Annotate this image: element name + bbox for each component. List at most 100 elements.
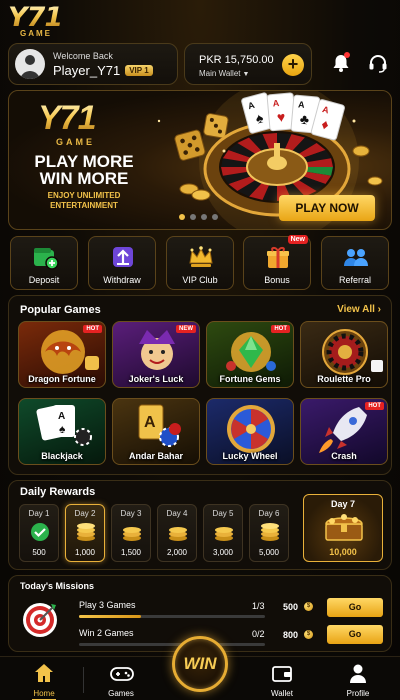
mission-go-button[interactable]: Go bbox=[327, 598, 383, 617]
mission-go-button[interactable]: Go bbox=[327, 625, 383, 644]
day-amount: 2,000 bbox=[166, 548, 188, 557]
crown-icon bbox=[189, 246, 213, 267]
game-tile-lucky-wheel[interactable]: Lucky Wheel bbox=[206, 398, 294, 465]
roulette-segment bbox=[237, 167, 277, 197]
vip-club-button[interactable]: VIP Club bbox=[166, 236, 234, 290]
wallet-card[interactable]: PKR 15,750.00 Main Wallet ▼ + bbox=[184, 43, 312, 85]
roulette-segment bbox=[277, 137, 317, 167]
chevron-down-icon: ▼ bbox=[242, 71, 250, 78]
wallet-balance: PKR 15,750.00 bbox=[199, 54, 274, 66]
view-all-link[interactable]: View All › bbox=[337, 304, 381, 315]
nav-games[interactable]: Games bbox=[91, 657, 151, 700]
roulette-segment bbox=[277, 133, 292, 167]
game-title: Lucky Wheel bbox=[222, 451, 278, 461]
mission-progress: 1/3 bbox=[252, 601, 265, 611]
support-headset-icon[interactable] bbox=[367, 52, 389, 74]
promo-banner[interactable]: Y71 GAME PLAY MORE WIN MORE ENJOY UNLIMI… bbox=[8, 90, 392, 230]
reward-day-4[interactable]: Day 4 2,000 bbox=[157, 504, 197, 562]
reward-day-1[interactable]: Day 1 500 bbox=[19, 504, 59, 562]
reward-day-7[interactable]: Day 7 10,000 bbox=[303, 494, 383, 562]
hot-badge: HOT bbox=[365, 402, 384, 410]
welcome-text: Welcome Back bbox=[53, 50, 113, 61]
banner-headline-line-1: PLAY MORE bbox=[34, 152, 134, 171]
carousel-dot[interactable] bbox=[212, 214, 218, 220]
daily-rewards-title: Daily Rewards bbox=[20, 486, 96, 498]
game-tile-dragon-fortune[interactable]: HOT Dragon Fortune bbox=[18, 321, 106, 388]
roulette-segment bbox=[237, 137, 277, 167]
win-button[interactable]: WIN bbox=[172, 636, 228, 692]
hot-badge: HOT bbox=[83, 325, 102, 333]
user-card[interactable]: Welcome Back Player_Y71 VIP 1 bbox=[8, 43, 178, 85]
nav-wallet[interactable]: Wallet bbox=[252, 657, 312, 700]
game-tile-andar-bahar[interactable]: A Andar Bahar bbox=[112, 398, 200, 465]
roulette-segment bbox=[222, 150, 277, 167]
withdraw-button[interactable]: Withdraw bbox=[88, 236, 156, 290]
reward-day-5[interactable]: Day 5 3,000 bbox=[203, 504, 243, 562]
mission-progress-fill bbox=[79, 615, 141, 618]
treasure-chest-icon bbox=[325, 514, 363, 541]
svg-text:A: A bbox=[298, 99, 306, 110]
game-title: Fortune Gems bbox=[219, 374, 281, 384]
svg-text:A: A bbox=[272, 98, 280, 109]
svg-text:♥: ♥ bbox=[276, 109, 286, 126]
mission-name: Play 3 Games bbox=[79, 600, 136, 610]
coin-stack-icon bbox=[215, 527, 233, 541]
referral-button[interactable]: Referral bbox=[321, 236, 389, 290]
banner-headline-line-2: WIN MORE bbox=[39, 169, 129, 188]
svg-text:♠: ♠ bbox=[59, 422, 66, 436]
day-amount: 500 bbox=[32, 548, 46, 557]
game-title: Blackjack bbox=[41, 451, 83, 461]
mission-reward: 500 bbox=[283, 602, 299, 612]
nav-home[interactable]: Home bbox=[14, 657, 74, 700]
game-tile-fortune-gems[interactable]: HOT Fortune Gems bbox=[206, 321, 294, 388]
roulette-segment bbox=[277, 150, 332, 167]
roulette-segment bbox=[249, 134, 277, 167]
svg-text:♣: ♣ bbox=[299, 111, 310, 128]
hot-badge: HOT bbox=[271, 325, 290, 333]
nav-divider bbox=[83, 667, 84, 693]
banner-logo-sub: GAME bbox=[56, 137, 95, 147]
gift-icon bbox=[267, 247, 289, 268]
carousel-dot[interactable] bbox=[190, 214, 196, 220]
referral-label: Referral bbox=[338, 275, 371, 285]
roulette-segment bbox=[277, 158, 333, 167]
game-tile-blackjack[interactable]: A ♠ Blackjack bbox=[18, 398, 106, 465]
play-now-button[interactable]: PLAY NOW bbox=[279, 195, 375, 221]
roulette-segment bbox=[228, 142, 277, 167]
deposit-button[interactable]: Deposit bbox=[10, 236, 78, 290]
game-tile-crash[interactable]: HOT Crash bbox=[300, 398, 388, 465]
profile-icon bbox=[350, 664, 366, 683]
bonus-button[interactable]: Bonus New bbox=[243, 235, 311, 290]
nav-profile[interactable]: Profile bbox=[328, 657, 388, 700]
wallet-selector[interactable]: Main Wallet ▼ bbox=[199, 69, 249, 78]
carousel-dots bbox=[179, 214, 218, 220]
reward-day-3[interactable]: Day 3 1,500 bbox=[111, 504, 151, 562]
gamepad-icon bbox=[110, 667, 134, 681]
day-label: Day 6 bbox=[258, 509, 280, 518]
day-label: Day 1 bbox=[28, 509, 50, 518]
day-label: Day 4 bbox=[166, 509, 188, 518]
day-amount: 10,000 bbox=[329, 547, 357, 557]
mission-progress-bar bbox=[79, 615, 265, 618]
nav-profile-label: Profile bbox=[346, 689, 370, 698]
reward-day-2[interactable]: Day 2 1,000 bbox=[65, 504, 105, 562]
roulette-segment bbox=[277, 167, 317, 197]
app-logo[interactable]: Y71 GAME bbox=[8, 4, 64, 40]
notification-bell-icon[interactable] bbox=[330, 52, 352, 74]
mission-progress: 0/2 bbox=[252, 629, 265, 639]
roulette-segment bbox=[262, 133, 277, 167]
coin-stack-icon bbox=[169, 527, 187, 541]
mission-reward: 800 bbox=[283, 630, 299, 640]
game-tile-jokers-luck[interactable]: NEW Joker's Luck bbox=[112, 321, 200, 388]
withdraw-label: Withdraw bbox=[103, 275, 141, 285]
day-amount: 5,000 bbox=[258, 548, 280, 557]
reward-day-6[interactable]: Day 6 5,000 bbox=[249, 504, 289, 562]
add-funds-button[interactable]: + bbox=[282, 54, 304, 76]
carousel-dot[interactable] bbox=[201, 214, 207, 220]
coin-stack-icon bbox=[123, 527, 141, 541]
game-tile-roulette-pro[interactable]: Roulette Pro bbox=[300, 321, 388, 388]
coin-icon: $ bbox=[304, 602, 313, 611]
carousel-dot[interactable] bbox=[179, 214, 185, 220]
avatar-icon bbox=[15, 49, 45, 79]
svg-text:♦: ♦ bbox=[320, 116, 331, 133]
